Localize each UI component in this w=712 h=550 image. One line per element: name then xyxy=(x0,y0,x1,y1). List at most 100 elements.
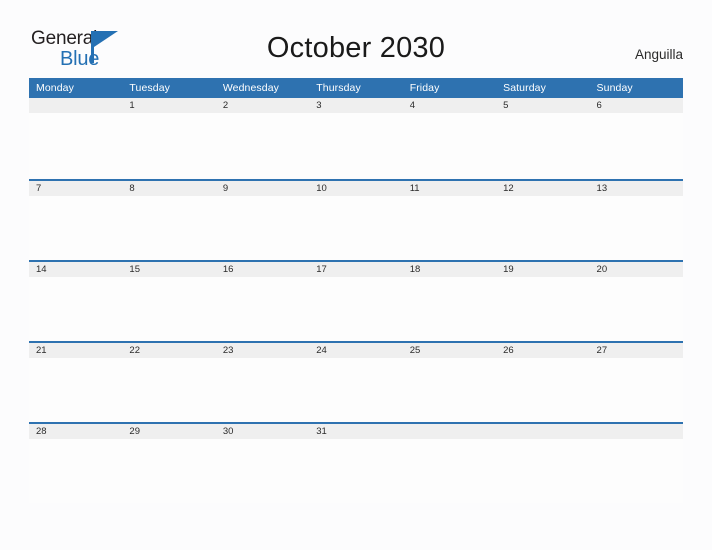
calendar-day-cell[interactable]: 30 xyxy=(215,422,310,503)
day-note-area[interactable] xyxy=(29,113,123,177)
region-label: Anguilla xyxy=(634,47,683,62)
day-note-area[interactable] xyxy=(29,277,123,341)
day-number: 25 xyxy=(402,341,497,358)
calendar-day-cell[interactable]: 19 xyxy=(496,260,590,341)
day-number: 8 xyxy=(122,179,216,196)
day-number: 29 xyxy=(122,422,216,439)
day-note-area[interactable] xyxy=(402,358,497,422)
day-number: 6 xyxy=(589,98,683,113)
calendar-day-cell[interactable]: 16 xyxy=(215,260,310,341)
day-note-area[interactable] xyxy=(496,196,590,260)
calendar-day-cell[interactable]: 17 xyxy=(309,260,403,341)
calendar-day-cell[interactable]: 14 xyxy=(29,260,123,341)
calendar-day-cell[interactable]: 2 xyxy=(215,98,310,179)
calendar-day-cell[interactable]: 12 xyxy=(496,179,590,260)
day-note-area[interactable] xyxy=(122,358,216,422)
calendar-day-cell[interactable]: 15 xyxy=(122,260,216,341)
day-note-area[interactable] xyxy=(496,113,590,177)
day-note-area[interactable] xyxy=(309,358,403,422)
day-note-area[interactable] xyxy=(589,358,683,422)
day-note-area[interactable] xyxy=(215,358,310,422)
calendar-week-row: 21 22 23 24 25 26 27 xyxy=(29,341,683,422)
calendar-day-cell[interactable] xyxy=(589,422,683,503)
day-note-area[interactable] xyxy=(309,277,403,341)
day-note-area[interactable] xyxy=(589,439,683,503)
calendar-day-cell[interactable] xyxy=(29,98,123,179)
day-note-area[interactable] xyxy=(122,439,216,503)
day-note-area[interactable] xyxy=(496,439,590,503)
calendar-day-cell[interactable] xyxy=(496,422,590,503)
day-note-area[interactable] xyxy=(122,277,216,341)
calendar-day-cell[interactable]: 20 xyxy=(589,260,683,341)
day-note-area[interactable] xyxy=(215,277,310,341)
day-cell-inner: 24 xyxy=(309,341,403,422)
day-note-area[interactable] xyxy=(309,439,403,503)
day-note-area[interactable] xyxy=(402,277,497,341)
calendar-day-cell[interactable]: 27 xyxy=(589,341,683,422)
day-cell-inner: 4 xyxy=(402,98,497,179)
day-cell-inner: 20 xyxy=(589,260,683,341)
calendar-day-cell[interactable]: 9 xyxy=(215,179,310,260)
calendar-day-cell[interactable]: 11 xyxy=(402,179,497,260)
day-note-area[interactable] xyxy=(122,196,216,260)
weekday-header-thursday: Thursday xyxy=(309,78,403,98)
weekday-header-wednesday: Wednesday xyxy=(215,78,310,98)
calendar-day-cell[interactable]: 10 xyxy=(309,179,403,260)
calendar-day-cell[interactable]: 24 xyxy=(309,341,403,422)
calendar-day-cell[interactable]: 18 xyxy=(402,260,497,341)
day-number: 20 xyxy=(589,260,683,277)
day-note-area[interactable] xyxy=(215,113,310,177)
day-cell-inner xyxy=(29,98,123,179)
calendar-day-cell[interactable]: 31 xyxy=(309,422,403,503)
day-number: 22 xyxy=(122,341,216,358)
day-number: 2 xyxy=(215,98,310,113)
weekday-header-row: Monday Tuesday Wednesday Thursday Friday… xyxy=(29,78,683,98)
calendar-day-cell[interactable]: 28 xyxy=(29,422,123,503)
day-number: 19 xyxy=(496,260,590,277)
calendar-day-cell[interactable]: 1 xyxy=(122,98,216,179)
day-note-area[interactable] xyxy=(309,196,403,260)
calendar-day-cell[interactable]: 6 xyxy=(589,98,683,179)
day-note-area[interactable] xyxy=(589,196,683,260)
day-cell-inner: 11 xyxy=(402,179,497,260)
day-note-area[interactable] xyxy=(589,113,683,177)
calendar-day-cell[interactable]: 29 xyxy=(122,422,216,503)
day-note-area[interactable] xyxy=(29,358,123,422)
calendar-day-cell[interactable]: 5 xyxy=(496,98,590,179)
calendar-day-cell[interactable]: 3 xyxy=(309,98,403,179)
calendar-day-cell[interactable]: 13 xyxy=(589,179,683,260)
day-number: 27 xyxy=(589,341,683,358)
calendar-day-cell[interactable]: 26 xyxy=(496,341,590,422)
month-calendar: Monday Tuesday Wednesday Thursday Friday… xyxy=(29,78,683,503)
day-number: 3 xyxy=(309,98,403,113)
day-note-area[interactable] xyxy=(215,196,310,260)
day-note-area[interactable] xyxy=(215,439,310,503)
day-note-area[interactable] xyxy=(402,196,497,260)
calendar-day-cell[interactable]: 8 xyxy=(122,179,216,260)
calendar-day-cell[interactable]: 23 xyxy=(215,341,310,422)
day-note-area[interactable] xyxy=(29,439,123,503)
weekday-header-monday: Monday xyxy=(29,78,123,98)
day-note-area[interactable] xyxy=(402,113,497,177)
day-number xyxy=(496,422,590,439)
calendar-day-cell[interactable] xyxy=(402,422,497,503)
day-note-area[interactable] xyxy=(29,196,123,260)
calendar-day-cell[interactable]: 25 xyxy=(402,341,497,422)
calendar-day-cell[interactable]: 22 xyxy=(122,341,216,422)
day-note-area[interactable] xyxy=(496,358,590,422)
day-cell-inner: 15 xyxy=(122,260,216,341)
calendar-day-cell[interactable]: 4 xyxy=(402,98,497,179)
day-note-area[interactable] xyxy=(122,113,216,177)
day-note-area[interactable] xyxy=(402,439,497,503)
day-note-area[interactable] xyxy=(496,277,590,341)
calendar-day-cell[interactable]: 7 xyxy=(29,179,123,260)
calendar-week-row: 123456 xyxy=(29,98,683,179)
day-cell-inner: 23 xyxy=(215,341,310,422)
day-note-area[interactable] xyxy=(309,113,403,177)
day-cell-inner: 19 xyxy=(496,260,590,341)
day-number: 24 xyxy=(309,341,403,358)
day-note-area[interactable] xyxy=(589,277,683,341)
calendar-page: General Blue October 2030 Anguilla Monda… xyxy=(0,0,712,550)
day-number: 4 xyxy=(402,98,497,113)
calendar-day-cell[interactable]: 21 xyxy=(29,341,123,422)
